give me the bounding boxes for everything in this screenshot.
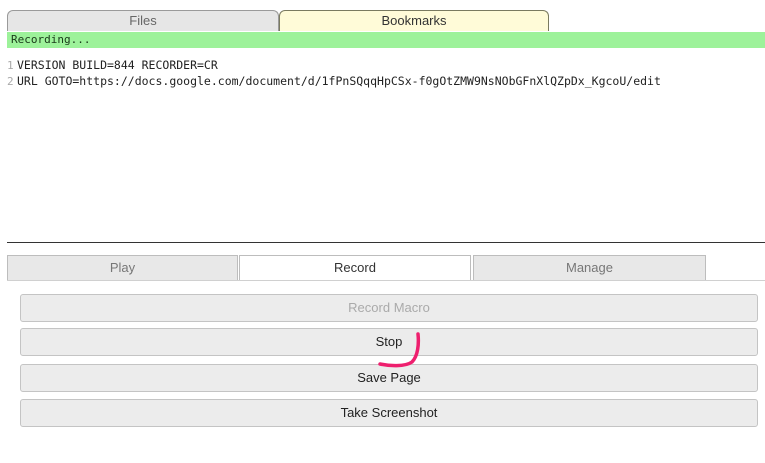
line-number: 2 [7, 75, 14, 88]
stop-button[interactable]: Stop [20, 328, 758, 356]
record-macro-button[interactable]: Record Macro [20, 294, 758, 322]
status-bar: Recording... [7, 32, 765, 48]
bottom-tab-bar: Play Record Manage [7, 255, 765, 281]
save-page-button[interactable]: Save Page [20, 364, 758, 392]
tab-manage[interactable]: Manage [473, 255, 706, 280]
imacros-panel: Files Bookmarks Recording... 1 VERSION BU… [0, 0, 765, 463]
line-number: 1 [7, 59, 14, 72]
take-screenshot-button[interactable]: Take Screenshot [20, 399, 758, 427]
macro-editor[interactable]: 1 VERSION BUILD=844 RECORDER=CR 2 URL GOTO… [7, 52, 765, 240]
editor-line: 2 URL GOTO=https://docs.google.com/docume… [7, 73, 765, 89]
editor-divider [7, 242, 765, 243]
editor-line: 1 VERSION BUILD=844 RECORDER=CR [7, 57, 765, 73]
tab-files[interactable]: Files [7, 10, 279, 31]
tab-bar-divider [7, 280, 765, 281]
line-text: VERSION BUILD=844 RECORDER=CR [17, 58, 218, 72]
tab-bookmarks[interactable]: Bookmarks [279, 10, 549, 31]
tab-play[interactable]: Play [7, 255, 238, 280]
line-text: URL GOTO=https://docs.google.com/documen… [17, 74, 661, 88]
tab-record[interactable]: Record [239, 255, 471, 281]
top-tab-bar: Files Bookmarks [7, 10, 765, 32]
